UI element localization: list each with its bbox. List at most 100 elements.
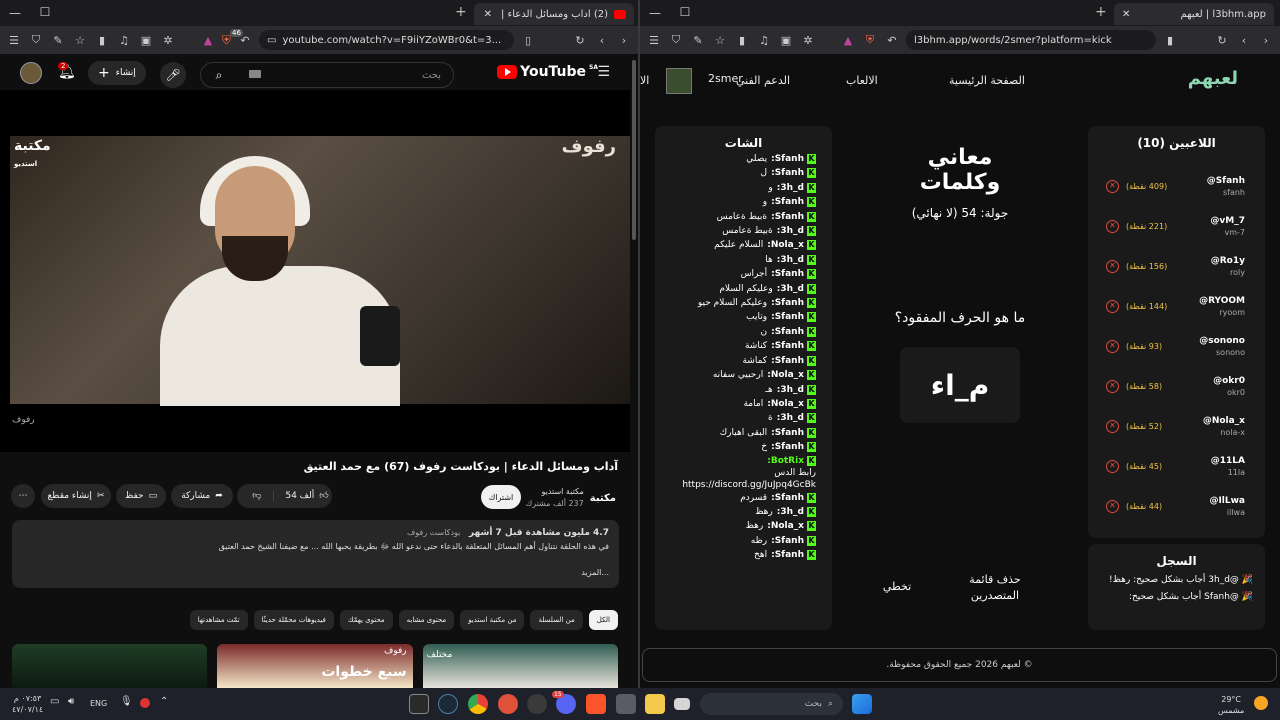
menu-icon[interactable]: ☰: [6, 34, 22, 47]
subscribe-button[interactable]: اشتراك: [481, 485, 521, 509]
chip-similar[interactable]: محتوى مشابه: [398, 610, 455, 630]
youtube-tab[interactable]: (2) آداب ومسائل الدعاء | بودكاست ✕: [474, 3, 634, 25]
shield-icon[interactable]: ⛉: [668, 33, 684, 47]
site-logo[interactable]: لعبهم: [1188, 68, 1238, 89]
remove-player-icon[interactable]: ✕: [1106, 180, 1119, 193]
back-arrow-icon[interactable]: ‹: [1236, 34, 1252, 47]
nav-support[interactable]: الدعم الفني: [736, 74, 790, 87]
clock[interactable]: ٠٧:٥٣ م ٤٧/٠٧/١٤: [12, 693, 43, 715]
remove-player-icon[interactable]: ✕: [1106, 380, 1119, 393]
chip-recent[interactable]: فيديوهات محمّلة حديثًا: [253, 610, 334, 630]
new-tab-button[interactable]: +: [455, 4, 467, 20]
youtube-logo[interactable]: YouTube SA: [497, 64, 598, 80]
tray-chevron-icon[interactable]: ⌃: [160, 696, 168, 707]
clip-button[interactable]: إنشاء مقطع ✂: [41, 484, 111, 508]
like-dislike-group[interactable]: 👎︎ 54 ألف 👍︎: [237, 484, 332, 508]
keyboard-icon[interactable]: [249, 70, 261, 78]
more-actions-button[interactable]: ⋯: [11, 484, 35, 508]
related-video-thumb[interactable]: مختلف: [422, 644, 618, 688]
chrome-icon[interactable]: [468, 694, 488, 714]
clear-leaderboard-button[interactable]: حذف قائمة المتصدرين: [958, 572, 1032, 604]
bookmark-icon[interactable]: ▮: [1162, 34, 1178, 47]
skip-button[interactable]: تخطي: [870, 580, 924, 593]
l3bhm-tab[interactable]: l3bhm.app | لعبهم ✕: [1114, 3, 1274, 25]
related-video-thumb[interactable]: سبع خطوات رفوف: [217, 644, 413, 688]
wallet-icon[interactable]: ▣: [138, 34, 154, 47]
bookmarks-icon[interactable]: ☆: [712, 34, 728, 47]
page-scroll-thumb[interactable]: [632, 60, 636, 240]
music-icon[interactable]: ♫: [756, 34, 772, 47]
nav-username[interactable]: 2smer: [708, 72, 743, 85]
epic-games-icon[interactable]: [409, 694, 429, 714]
sidebar-icon[interactable]: ▮: [734, 34, 750, 47]
chip-series[interactable]: من السلسلة: [530, 610, 583, 630]
chip-watched[interactable]: تمّت مشاهدتها: [189, 610, 248, 630]
nav-overflow[interactable]: الا: [640, 74, 649, 87]
remove-player-icon[interactable]: ✕: [1106, 460, 1119, 473]
volume-icon[interactable]: 🔊︎: [68, 696, 74, 707]
remove-player-icon[interactable]: ✕: [1106, 500, 1119, 513]
create-button[interactable]: + إنشاء: [88, 61, 146, 85]
brave-icon[interactable]: [616, 694, 636, 714]
chip-channel[interactable]: من مكتبة استديو: [460, 610, 525, 630]
close-tab-icon[interactable]: ✕: [1122, 9, 1130, 20]
reload-icon[interactable]: ↻: [1214, 34, 1230, 47]
rewards-icon[interactable]: ▲: [840, 34, 856, 47]
share-button[interactable]: مشاركة ➦: [171, 484, 233, 508]
wallet-icon[interactable]: ▣: [778, 34, 794, 47]
voice-search-icon[interactable]: 🎤︎: [160, 62, 186, 88]
remove-player-icon[interactable]: ✕: [1106, 340, 1119, 353]
extensions-icon[interactable]: ✲: [800, 34, 816, 47]
like-icon[interactable]: 👍︎: [319, 491, 328, 501]
shield-icon[interactable]: ⛉: [28, 33, 44, 47]
remove-player-icon[interactable]: ✕: [1106, 420, 1119, 433]
bookmark-icon[interactable]: ▯: [520, 34, 536, 47]
maximize-button[interactable]: ☐: [670, 5, 700, 19]
back-arrow-icon[interactable]: ‹: [594, 34, 610, 47]
right-url-bar[interactable]: l3bhm.app/words/2smer?platform=kick: [906, 30, 1156, 50]
youtube-menu-icon[interactable]: ☰: [597, 64, 610, 80]
steam-icon[interactable]: [438, 694, 458, 714]
minimize-button[interactable]: —: [640, 6, 670, 20]
description-box[interactable]: 4.7 مليون مشاهدة قبل 7 أشهر بودكاست رفوف…: [12, 520, 619, 588]
description-more[interactable]: ...المزيد: [22, 566, 609, 580]
chip-all[interactable]: الكل: [588, 610, 618, 630]
forward-arrow-icon[interactable]: ›: [1258, 34, 1274, 47]
minimize-button[interactable]: —: [0, 6, 30, 20]
brave-shield-icon[interactable]: ⛨: [862, 33, 878, 47]
channel-info[interactable]: مكتبة مكتبة استديو 237 ألف مشترك: [526, 486, 616, 510]
pin-icon[interactable]: ✎: [50, 34, 66, 47]
extensions-icon[interactable]: ✲: [160, 34, 176, 47]
related-video-thumb[interactable]: [12, 644, 208, 688]
menu-icon[interactable]: ☰: [646, 34, 662, 47]
close-tab-icon[interactable]: ✕: [484, 9, 492, 20]
left-url-bar[interactable]: ▭ youtube.com/watch?v=F9iiYZoWBr0&t=3...: [259, 30, 514, 50]
file-explorer-icon[interactable]: [645, 694, 665, 714]
account-avatar[interactable]: [20, 62, 42, 84]
back-icon[interactable]: ↶: [884, 34, 900, 47]
brave-app-icon[interactable]: [586, 694, 606, 714]
nav-home[interactable]: الصفحة الرئيسية: [949, 74, 1025, 87]
tray-app-icon[interactable]: [140, 698, 150, 708]
music-icon[interactable]: ♫: [116, 34, 132, 47]
dislike-icon[interactable]: 👎︎: [240, 491, 275, 501]
brave-shield-badge[interactable]: ⛨ 46: [222, 28, 243, 48]
bookmarks-icon[interactable]: ☆: [72, 34, 88, 47]
forward-arrow-icon[interactable]: ›: [616, 34, 632, 47]
video-player[interactable]: رفوف مكتبة استديو رفوف: [0, 90, 630, 452]
remove-player-icon[interactable]: ✕: [1106, 300, 1119, 313]
nav-games[interactable]: الالعاب: [846, 74, 878, 87]
weather-icon[interactable]: [1254, 696, 1268, 710]
start-icon[interactable]: [852, 694, 872, 714]
app-icon[interactable]: [527, 694, 547, 714]
rewards-icon[interactable]: ▲: [200, 34, 216, 47]
youtube-search-input[interactable]: بحث: [200, 62, 454, 88]
new-tab-button[interactable]: +: [1095, 4, 1107, 20]
sidebar-icon[interactable]: ▮: [94, 34, 110, 47]
reload-icon[interactable]: ↻: [572, 34, 588, 47]
chip-for-you[interactable]: محتوى يهمّك: [339, 610, 393, 630]
channel-name[interactable]: مكتبة استديو: [526, 486, 583, 498]
description-tag[interactable]: بودكاست رفوف: [407, 528, 460, 537]
search-button[interactable]: ⌕: [206, 62, 232, 88]
network-icon[interactable]: ▭: [50, 696, 59, 707]
